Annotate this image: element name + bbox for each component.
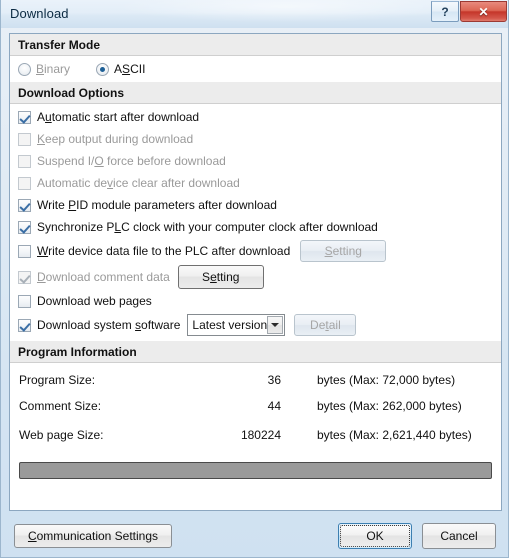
option-download-system-software-label: Download system software	[37, 318, 181, 332]
option-suspend-io-force-label: Suspend I/O force before download	[37, 154, 226, 168]
web-page-size-row: Web page Size: 180224 bytes (Max: 2,621,…	[10, 422, 501, 448]
device-data-setting-button: Setting	[300, 240, 387, 262]
option-automatic-start[interactable]: Automatic start after download	[10, 106, 501, 128]
checkbox-download-system-software[interactable]	[18, 318, 31, 332]
option-write-pid-label: Write PID module parameters after downlo…	[37, 198, 277, 212]
program-size-label: Program Size:	[19, 373, 96, 387]
option-write-pid[interactable]: Write PID module parameters after downlo…	[10, 194, 501, 216]
option-keep-output-label: Keep output during download	[37, 132, 194, 146]
checkbox-download-comment-data	[18, 270, 31, 284]
comment-size-value: 44	[267, 399, 281, 413]
web-page-size-unit: bytes (Max: 2,621,440 bytes)	[317, 428, 472, 442]
web-page-size-label: Web page Size:	[19, 428, 104, 442]
option-download-web-pages-label: Download web pages	[37, 294, 152, 308]
radio-binary[interactable]: Binary	[18, 62, 70, 76]
download-options-header: Download Options	[10, 82, 501, 104]
checkbox-keep-output	[18, 132, 31, 146]
checkbox-write-device-data-file[interactable]	[18, 244, 31, 258]
checkbox-automatic-start[interactable]	[18, 110, 31, 124]
checkbox-automatic-device-clear	[18, 176, 31, 190]
download-dialog-window: Download ? ✕ Transfer Mode Binary ASCII …	[0, 0, 509, 558]
radio-ascii-indicator	[96, 62, 110, 76]
option-automatic-device-clear: Automatic device clear after download	[10, 172, 501, 194]
checkbox-synchronize-clock[interactable]	[18, 220, 31, 234]
comment-size-unit: bytes (Max: 262,000 bytes)	[317, 399, 462, 413]
checkbox-write-pid[interactable]	[18, 198, 31, 212]
radio-ascii[interactable]: ASCII	[96, 62, 145, 76]
comment-size-row: Comment Size: 44 bytes (Max: 262,000 byt…	[10, 393, 501, 419]
dialog-footer: Communication Settings OK Cancel	[1, 514, 508, 557]
system-software-version-select[interactable]: Latest version	[187, 314, 286, 336]
radio-binary-indicator	[18, 62, 31, 76]
communication-settings-button[interactable]: Communication Settings	[14, 524, 172, 548]
option-keep-output: Keep output during download	[10, 128, 501, 150]
program-size-row: Program Size: 36 bytes (Max: 72,000 byte…	[10, 367, 501, 393]
help-icon[interactable]: ?	[431, 1, 459, 22]
system-software-detail-button: De t ail	[294, 314, 357, 336]
chevron-down-icon[interactable]	[267, 316, 284, 334]
program-size-unit: bytes (Max: 72,000 bytes)	[317, 373, 456, 387]
window-controls: ? ✕	[431, 1, 507, 22]
ok-button-label: OK	[340, 525, 410, 547]
option-automatic-device-clear-label: Automatic device clear after download	[37, 176, 240, 190]
web-page-size-value: 180224	[240, 428, 281, 442]
ok-button[interactable]: OK	[338, 523, 412, 549]
option-download-web-pages[interactable]: Download web pages	[10, 290, 501, 312]
download-progress-bar	[19, 462, 492, 479]
dialog-content-panel: Transfer Mode Binary ASCII Download Opti…	[9, 33, 502, 511]
option-write-device-data-file-label: Write device data file to the PLC after …	[37, 244, 291, 258]
title-bar-glow	[121, 0, 451, 22]
radio-ascii-label: ASCII	[114, 62, 146, 76]
option-automatic-start-label: Automatic start after download	[37, 110, 200, 124]
checkbox-suspend-io-force	[18, 154, 31, 168]
option-synchronize-clock-label: Synchronize PLC clock with your computer…	[37, 220, 378, 234]
option-download-comment-data-label: Download comment data	[37, 270, 170, 284]
option-download-system-software[interactable]: Download system software Latest version …	[10, 312, 501, 338]
cancel-button[interactable]: Cancel	[422, 523, 496, 549]
close-icon[interactable]: ✕	[460, 1, 507, 22]
transfer-mode-header: Transfer Mode	[10, 34, 501, 56]
option-synchronize-clock[interactable]: Synchronize PLC clock with your computer…	[10, 216, 501, 238]
option-suspend-io-force: Suspend I/O force before download	[10, 150, 501, 172]
transfer-mode-radio-group: Binary ASCII	[10, 56, 501, 82]
option-download-comment-data: Download comment data Se tting	[10, 264, 501, 290]
comment-data-setting-button[interactable]: Se tting	[177, 265, 264, 289]
window-title: Download	[10, 6, 69, 21]
system-software-version-value: Latest version	[192, 318, 268, 332]
program-size-value: 36	[267, 373, 281, 387]
program-information-header: Program Information	[10, 341, 501, 363]
option-write-device-data-file[interactable]: Write device data file to the PLC after …	[10, 238, 501, 264]
radio-binary-label: Binary	[36, 62, 71, 76]
checkbox-download-web-pages[interactable]	[18, 294, 31, 308]
comment-size-label: Comment Size:	[19, 399, 102, 413]
title-bar[interactable]: Download ? ✕	[1, 0, 508, 28]
